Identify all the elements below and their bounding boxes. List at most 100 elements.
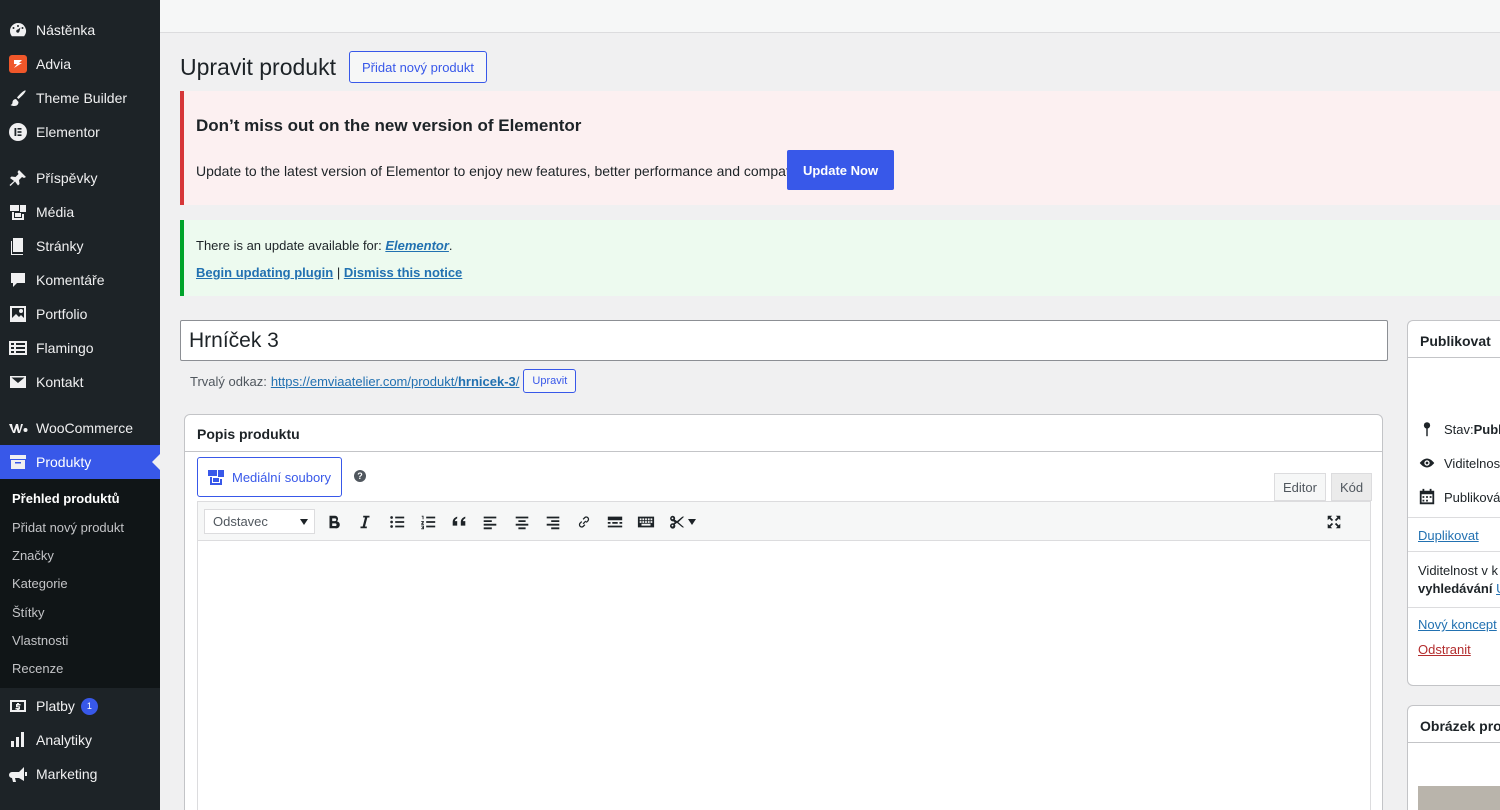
tab-code-editor[interactable]: Kód (1331, 473, 1373, 501)
permalink-link[interactable]: https://emviaatelier.com/produkt/hrnicek… (271, 374, 520, 389)
published-date-row: Publiková (1418, 488, 1500, 506)
visibility-row: Viditelnost (1418, 454, 1500, 472)
catalog-visibility-edit-link[interactable]: U (1496, 581, 1500, 596)
pin-icon (1423, 422, 1431, 437)
sidebar-item-contact[interactable]: Kontakt (0, 365, 160, 399)
update-available-text: There is an update available for: Elemen… (196, 238, 453, 253)
product-image-header: Obrázek prod (1408, 706, 1500, 743)
duplicate-link[interactable]: Duplikovat (1418, 528, 1479, 543)
eye-icon (1419, 458, 1435, 468)
italic-icon (360, 515, 370, 529)
media-icon (208, 470, 224, 485)
sidebar-item-label: Média (36, 204, 75, 220)
sidebar-item-portfolio[interactable]: Portfolio (0, 297, 160, 331)
numbered-list-icon (421, 515, 436, 530)
sidebar-item-label: Elementor (36, 124, 100, 140)
product-image-thumbnail[interactable] (1418, 786, 1500, 810)
status-row: Stav: Publi (1418, 420, 1500, 438)
paragraph-format-select[interactable]: Odstavec (204, 509, 315, 534)
help-icon[interactable]: ? (354, 470, 366, 482)
submenu-item-attributes[interactable]: Vlastnosti (12, 633, 68, 648)
tab-visual-editor[interactable]: Editor (1274, 473, 1326, 501)
align-right-button[interactable] (541, 510, 565, 534)
new-draft-link[interactable]: Nový koncept (1418, 617, 1497, 632)
sidebar-item-theme-builder[interactable]: Theme Builder (0, 81, 160, 115)
keyboard-icon (637, 516, 655, 528)
insert-link-button[interactable] (572, 510, 596, 534)
read-more-button[interactable] (603, 510, 627, 534)
sidebar-item-flamingo[interactable]: Flamingo (0, 331, 160, 365)
sidebar-item-comments[interactable]: Komentáře (0, 263, 160, 297)
numbered-list-button[interactable] (416, 510, 440, 534)
align-left-button[interactable] (478, 510, 502, 534)
sidebar-item-marketing[interactable]: Marketing (0, 757, 160, 791)
sidebar-item-label: Advia (36, 56, 72, 72)
sidebar-item-payments[interactable]: Platby 1 (0, 689, 160, 723)
add-new-product-button[interactable]: Přidat nový produkt (349, 51, 488, 83)
submenu-item-categories[interactable]: Kategorie (12, 576, 68, 591)
sidebar-item-pages[interactable]: Stránky (0, 229, 160, 263)
submenu-item-all-products[interactable]: Přehled produktů (12, 491, 120, 506)
catalog-visibility-row-2: vyhledávání U (1418, 581, 1500, 596)
mail-icon (0, 372, 36, 392)
add-media-button[interactable]: Mediální soubory (197, 457, 342, 497)
scissors-icon (669, 515, 685, 529)
description-header: Popis produktu (185, 415, 1382, 452)
top-bar (160, 0, 1500, 33)
products-submenu: Přehled produktů Přidat nový produkt Zna… (0, 479, 160, 688)
editor-toolbar: Odstavec (197, 501, 1371, 541)
update-now-button[interactable]: Update Now (787, 150, 894, 190)
toolbar-toggle-button[interactable] (634, 510, 658, 534)
permalink-row: Trvalý odkaz: https://emviaatelier.com/p… (190, 369, 577, 393)
submenu-item-reviews[interactable]: Recenze (12, 661, 63, 676)
sidebar-item-label: Platby (36, 698, 75, 714)
product-image-box: Obrázek prod (1407, 705, 1500, 810)
bold-icon (329, 515, 340, 529)
elementor-icon (0, 122, 36, 142)
admin-sidebar: Nástěnka Advia Theme Builder Elementor P… (0, 0, 160, 810)
plugin-update-notice: There is an update available for: Elemen… (180, 220, 1500, 296)
sidebar-item-label: Komentáře (36, 272, 105, 288)
permalink-label: Trvalý odkaz: (190, 373, 267, 389)
submenu-item-brands[interactable]: Značky (12, 548, 54, 563)
sidebar-item-label: Produkty (36, 454, 92, 470)
sidebar-item-media[interactable]: Média (0, 195, 160, 229)
advia-icon (0, 54, 36, 74)
bullet-list-button[interactable] (385, 510, 409, 534)
product-description-box: Popis produktu Mediální soubory ? Editor… (184, 414, 1383, 810)
shortcode-button[interactable] (664, 510, 700, 534)
sidebar-item-label: WooCommerce (36, 420, 133, 436)
description-editor-area[interactable] (197, 541, 1371, 810)
align-center-button[interactable] (510, 510, 534, 534)
sidebar-item-products[interactable]: Produkty (0, 445, 160, 479)
blockquote-button[interactable] (447, 510, 471, 534)
sidebar-item-label: Portfolio (36, 306, 88, 322)
page-title: Upravit produkt (180, 54, 336, 80)
submenu-item-tags[interactable]: Štítky (12, 605, 45, 620)
italic-button[interactable] (353, 510, 377, 534)
elementor-plugin-link[interactable]: Elementor (385, 238, 449, 253)
payments-icon (0, 696, 36, 716)
dismiss-notice-link[interactable]: Dismiss this notice (344, 265, 462, 280)
fullscreen-button[interactable] (1322, 510, 1346, 534)
sidebar-item-analytics[interactable]: Analytiky (0, 723, 160, 757)
sidebar-item-dashboard[interactable]: Nástěnka (0, 13, 160, 47)
sidebar-item-elementor[interactable]: Elementor (0, 115, 160, 149)
begin-updating-link[interactable]: Begin updating plugin (196, 265, 333, 280)
align-left-icon (483, 516, 497, 530)
notice-title: Don’t miss out on the new version of Ele… (196, 116, 582, 135)
pin-icon (0, 168, 36, 188)
permalink-edit-button[interactable]: Upravit (523, 369, 577, 393)
sidebar-item-advia[interactable]: Advia (0, 47, 160, 81)
sidebar-item-posts[interactable]: Příspěvky (0, 161, 160, 195)
catalog-visibility-row: Viditelnost v k (1418, 563, 1498, 578)
megaphone-icon (0, 764, 36, 784)
media-icon (0, 202, 36, 222)
sidebar-item-woocommerce[interactable]: WooCommerce (0, 411, 160, 445)
submenu-item-add-new[interactable]: Přidat nový produkt (12, 520, 124, 535)
product-title-input[interactable] (180, 320, 1388, 361)
delete-link[interactable]: Odstranit (1418, 642, 1471, 657)
sidebar-item-label: Theme Builder (36, 90, 128, 106)
publish-box: Publikovat Stav: Publi Viditelnost Publi… (1407, 320, 1500, 686)
bold-button[interactable] (322, 510, 346, 534)
